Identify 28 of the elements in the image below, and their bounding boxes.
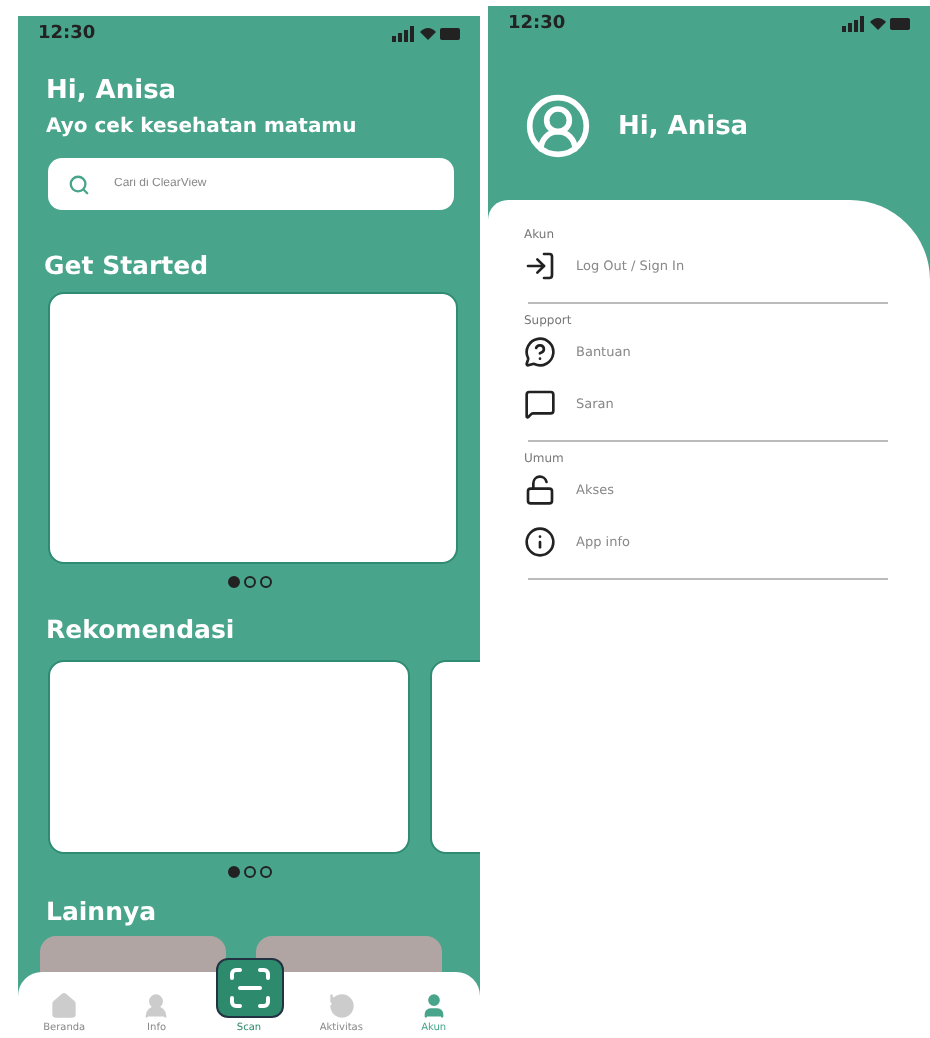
greeting: Hi, Anisa (46, 76, 179, 106)
status-time: 12:30 (38, 24, 96, 44)
lock-icon (524, 474, 556, 506)
section-title: Lainnya (46, 896, 159, 926)
status-time: 12:30 (508, 14, 566, 34)
chat-icon (524, 388, 556, 420)
home-icon (50, 992, 79, 1020)
carousel-dot[interactable] (227, 866, 239, 878)
search-icon (68, 173, 90, 195)
section-title: Get Started (44, 250, 211, 280)
greeting: Hi, Anisa (618, 111, 749, 141)
carousel-dot[interactable] (243, 866, 255, 878)
avatar-icon (524, 92, 592, 160)
scan-icon (226, 964, 274, 1012)
status-icons (392, 26, 460, 42)
section-title: Rekomendasi (46, 614, 237, 644)
card[interactable] (48, 292, 458, 564)
status-icons (842, 16, 910, 32)
account-icon (419, 992, 448, 1020)
carousel-dot[interactable] (259, 866, 271, 878)
carousel-dot[interactable] (259, 576, 271, 588)
subtitle: Ayo cek kesehatan matamu (46, 116, 359, 138)
card[interactable] (48, 660, 410, 854)
login-icon (524, 250, 556, 282)
carousel-dot[interactable] (227, 576, 239, 588)
help-icon (524, 336, 556, 368)
carousel-dot[interactable] (243, 576, 255, 588)
scan-button[interactable] (216, 958, 284, 1018)
